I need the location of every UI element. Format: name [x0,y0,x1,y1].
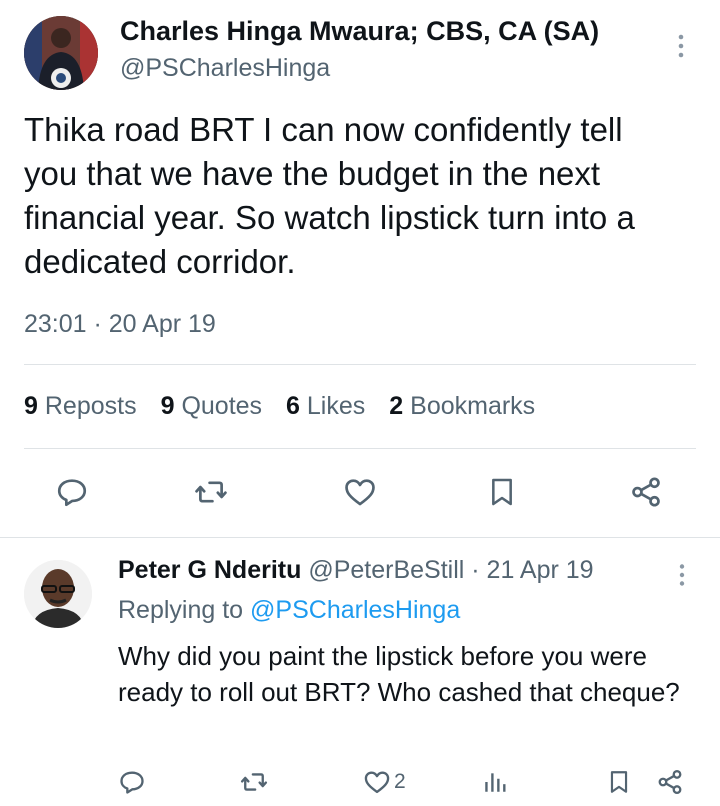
reply-author-name[interactable]: Peter G Nderitu [118,556,301,584]
reply-tweet: Peter G Nderitu @PeterBeStill · 21 Apr 1… [0,538,720,806]
reply-header: Peter G Nderitu @PeterBeStill · 21 Apr 1… [118,556,594,585]
main-tweet: Charles Hinga Mwaura; CBS, CA (SA) @PSCh… [0,0,720,538]
reply-icon[interactable] [118,764,146,800]
reposts-stat[interactable]: 9 Reposts [24,392,137,421]
reply-author-handle[interactable]: @PeterBeStill [308,556,464,584]
replying-to-label: Replying to [118,596,244,624]
tweet-text: Thika road BRT I can now confidently tel… [24,111,635,280]
more-options-icon[interactable] [672,562,692,588]
bookmark-icon[interactable] [606,764,632,800]
like-button[interactable]: 2 [362,764,406,800]
like-icon[interactable] [340,470,380,514]
repost-icon[interactable] [191,470,231,514]
share-icon[interactable] [626,470,666,514]
share-icon[interactable] [656,764,684,800]
replying-to-mention[interactable]: @PSCharlesHinga [250,596,460,624]
quotes-stat[interactable]: 9 Quotes [161,392,262,421]
likes-stat[interactable]: 6 Likes [286,392,365,421]
author-handle[interactable]: @PSCharlesHinga [120,54,330,83]
divider [24,448,696,449]
reply-author-avatar[interactable] [24,560,92,628]
reply-icon[interactable] [52,470,92,514]
replying-to: Replying to @PSCharlesHinga [118,596,460,625]
engagement-stats: 9 Reposts 9 Quotes 6 Likes 2 Bookmarks [24,392,559,421]
more-options-icon[interactable] [670,32,692,60]
divider [24,364,696,365]
bookmarks-stat[interactable]: 2 Bookmarks [389,392,535,421]
reply-text: Why did you paint the lipstick before yo… [118,641,680,707]
like-icon [362,768,392,796]
views-icon[interactable] [482,764,508,800]
tweet-actions [0,470,720,518]
reply-date[interactable]: · 21 Apr 19 [471,556,593,584]
tweet-timestamp[interactable]: 23:01 · 20 Apr 19 [24,310,216,339]
author-avatar[interactable] [24,16,98,90]
repost-icon[interactable] [240,764,268,800]
author-name[interactable]: Charles Hinga Mwaura; CBS, CA (SA) [120,16,599,47]
like-count: 2 [394,770,406,793]
reply-actions: 2 [0,764,720,804]
bookmark-icon[interactable] [482,470,522,514]
